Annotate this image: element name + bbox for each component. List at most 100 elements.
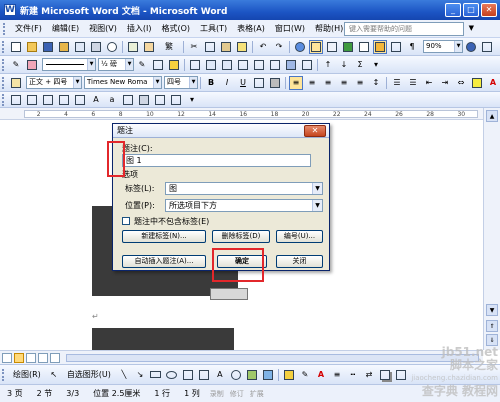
- vertical-scrollbar[interactable]: ▲ ▼ ⇑ ⇓: [483, 108, 500, 350]
- 3d-icon[interactable]: [394, 368, 408, 382]
- line-icon[interactable]: ╲: [117, 368, 131, 382]
- underline-button[interactable]: U: [236, 76, 250, 90]
- line-weight-select[interactable]: ½ 磅 ▼: [98, 58, 134, 71]
- position-select[interactable]: 所选项目下方 ▼: [165, 199, 323, 212]
- autoshapes-menu[interactable]: 自选图形(U): [62, 369, 116, 380]
- horizontal-ruler[interactable]: 2 4 6 8 10 12 14 16 18 20 22 24 26 28 30: [0, 108, 500, 120]
- dialog-close-icon[interactable]: ✕: [304, 125, 326, 137]
- menu-window[interactable]: 窗口(W): [270, 23, 310, 34]
- reading-view-icon[interactable]: [50, 352, 60, 363]
- help-icon[interactable]: [464, 40, 478, 54]
- distributed-icon[interactable]: ≡: [353, 76, 367, 90]
- eraser-icon[interactable]: [25, 58, 39, 72]
- multi-page-icon[interactable]: [169, 93, 183, 107]
- label-dropdown-icon[interactable]: ▼: [312, 183, 322, 194]
- oval-icon[interactable]: [165, 368, 179, 382]
- distribute-rows-icon[interactable]: [252, 58, 266, 72]
- fit-page-icon[interactable]: [153, 93, 167, 107]
- scroll-down-icon[interactable]: ▼: [486, 304, 498, 316]
- exclude-label-checkbox[interactable]: [122, 217, 130, 225]
- sort-ascending-icon[interactable]: ↑: [321, 58, 335, 72]
- thumbnails-icon[interactable]: [41, 93, 55, 107]
- toolbar-options-icon[interactable]: ▾: [369, 58, 383, 72]
- label-select[interactable]: 图 ▼: [165, 182, 323, 195]
- style-select[interactable]: 正文 + 四号 ▼: [26, 76, 82, 89]
- vertical-textbox-icon[interactable]: [197, 368, 211, 382]
- autosum-icon[interactable]: Σ: [353, 58, 367, 72]
- permission-icon[interactable]: [57, 40, 71, 54]
- toolbar-grip[interactable]: [2, 40, 5, 53]
- bold-button[interactable]: B: [204, 76, 218, 90]
- outline-view-icon[interactable]: [38, 352, 48, 363]
- close-reading-icon[interactable]: [137, 93, 151, 107]
- cut-icon[interactable]: ✂: [187, 40, 201, 54]
- line-style-icon[interactable]: ≡: [330, 368, 344, 382]
- menu-file[interactable]: 文件(F): [10, 23, 47, 34]
- delete-label-button[interactable]: 删除标签(D): [212, 230, 270, 243]
- font-select[interactable]: Times New Roma ▼: [84, 76, 162, 89]
- line-style-dropdown-icon[interactable]: ▼: [87, 59, 95, 70]
- character-border-icon[interactable]: [252, 76, 266, 90]
- highlight-icon[interactable]: [470, 76, 484, 90]
- clipart-icon[interactable]: [245, 368, 259, 382]
- text-direction-icon[interactable]: [300, 58, 314, 72]
- align-left-icon[interactable]: ≡: [289, 75, 303, 90]
- print-icon[interactable]: [89, 40, 103, 54]
- status-record[interactable]: 录制: [207, 389, 227, 399]
- menu-help[interactable]: 帮助(H): [310, 23, 348, 34]
- styles-formatting-icon[interactable]: [9, 76, 23, 90]
- copy-icon[interactable]: [203, 40, 217, 54]
- wordart-icon[interactable]: A: [213, 368, 227, 382]
- hyperlink-icon[interactable]: [293, 40, 307, 54]
- toolbar-grip[interactable]: [2, 93, 5, 106]
- email-icon[interactable]: [73, 40, 87, 54]
- chinese-convert-icon[interactable]: 繁: [158, 40, 180, 54]
- font-size-down-icon[interactable]: a: [105, 93, 119, 107]
- show-hide-icon[interactable]: ¶: [405, 40, 419, 54]
- expand-collapse-icon[interactable]: ⇔: [454, 76, 468, 90]
- format-painter-icon[interactable]: [235, 40, 249, 54]
- align-cell-icon[interactable]: [236, 58, 250, 72]
- print-preview-icon[interactable]: [105, 40, 119, 54]
- menu-grip[interactable]: [3, 22, 7, 35]
- outside-border-icon[interactable]: [151, 58, 165, 72]
- increase-indent-icon[interactable]: ⇥: [438, 76, 452, 90]
- tables-borders-icon[interactable]: [309, 39, 323, 54]
- draw-table-icon[interactable]: ✎: [9, 58, 23, 72]
- fill-color-icon[interactable]: [282, 368, 296, 382]
- read-mode-icon[interactable]: [480, 40, 494, 54]
- menu-view[interactable]: 视图(V): [84, 23, 122, 34]
- document-image-2[interactable]: [92, 328, 234, 350]
- web-layout-icon[interactable]: [26, 352, 36, 363]
- italic-button[interactable]: I: [220, 76, 234, 90]
- draw-font-color-icon[interactable]: A: [314, 368, 328, 382]
- draw-menu[interactable]: 绘图(R): [8, 369, 46, 380]
- auto-caption-button[interactable]: 自动插入题注(A)...: [122, 255, 206, 268]
- diagram-icon[interactable]: [229, 368, 243, 382]
- menu-table[interactable]: 表格(A): [232, 23, 270, 34]
- layout-icon[interactable]: [57, 93, 71, 107]
- numbering-button[interactable]: 编号(U)...: [276, 230, 323, 243]
- font-size-dropdown-icon[interactable]: ▼: [189, 77, 197, 88]
- status-track-changes[interactable]: 修订: [227, 389, 247, 399]
- menu-tools[interactable]: 工具(T): [195, 23, 232, 34]
- line-spacing-icon[interactable]: ↕: [369, 76, 383, 90]
- insert-table-icon[interactable]: [188, 58, 202, 72]
- table-autoformat-icon[interactable]: [284, 58, 298, 72]
- menu-format[interactable]: 格式(O): [156, 23, 195, 34]
- insert-excel-icon[interactable]: [341, 40, 355, 54]
- distribute-columns-icon[interactable]: [268, 58, 282, 72]
- toolbar-grip[interactable]: [2, 76, 5, 89]
- outline-icon[interactable]: [25, 93, 39, 107]
- spelling-icon[interactable]: [126, 40, 140, 54]
- font-color-button[interactable]: A: [486, 76, 500, 90]
- grid-icon[interactable]: [73, 93, 87, 107]
- rectangle-icon[interactable]: [149, 368, 163, 382]
- normal-view-icon[interactable]: [2, 352, 12, 363]
- sort-descending-icon[interactable]: ↓: [337, 58, 351, 72]
- align-center-icon[interactable]: ≡: [305, 76, 319, 90]
- insert-table-icon[interactable]: [325, 40, 339, 54]
- new-document-icon[interactable]: [9, 40, 23, 54]
- picture-icon[interactable]: [261, 368, 275, 382]
- paste-icon[interactable]: [219, 40, 233, 54]
